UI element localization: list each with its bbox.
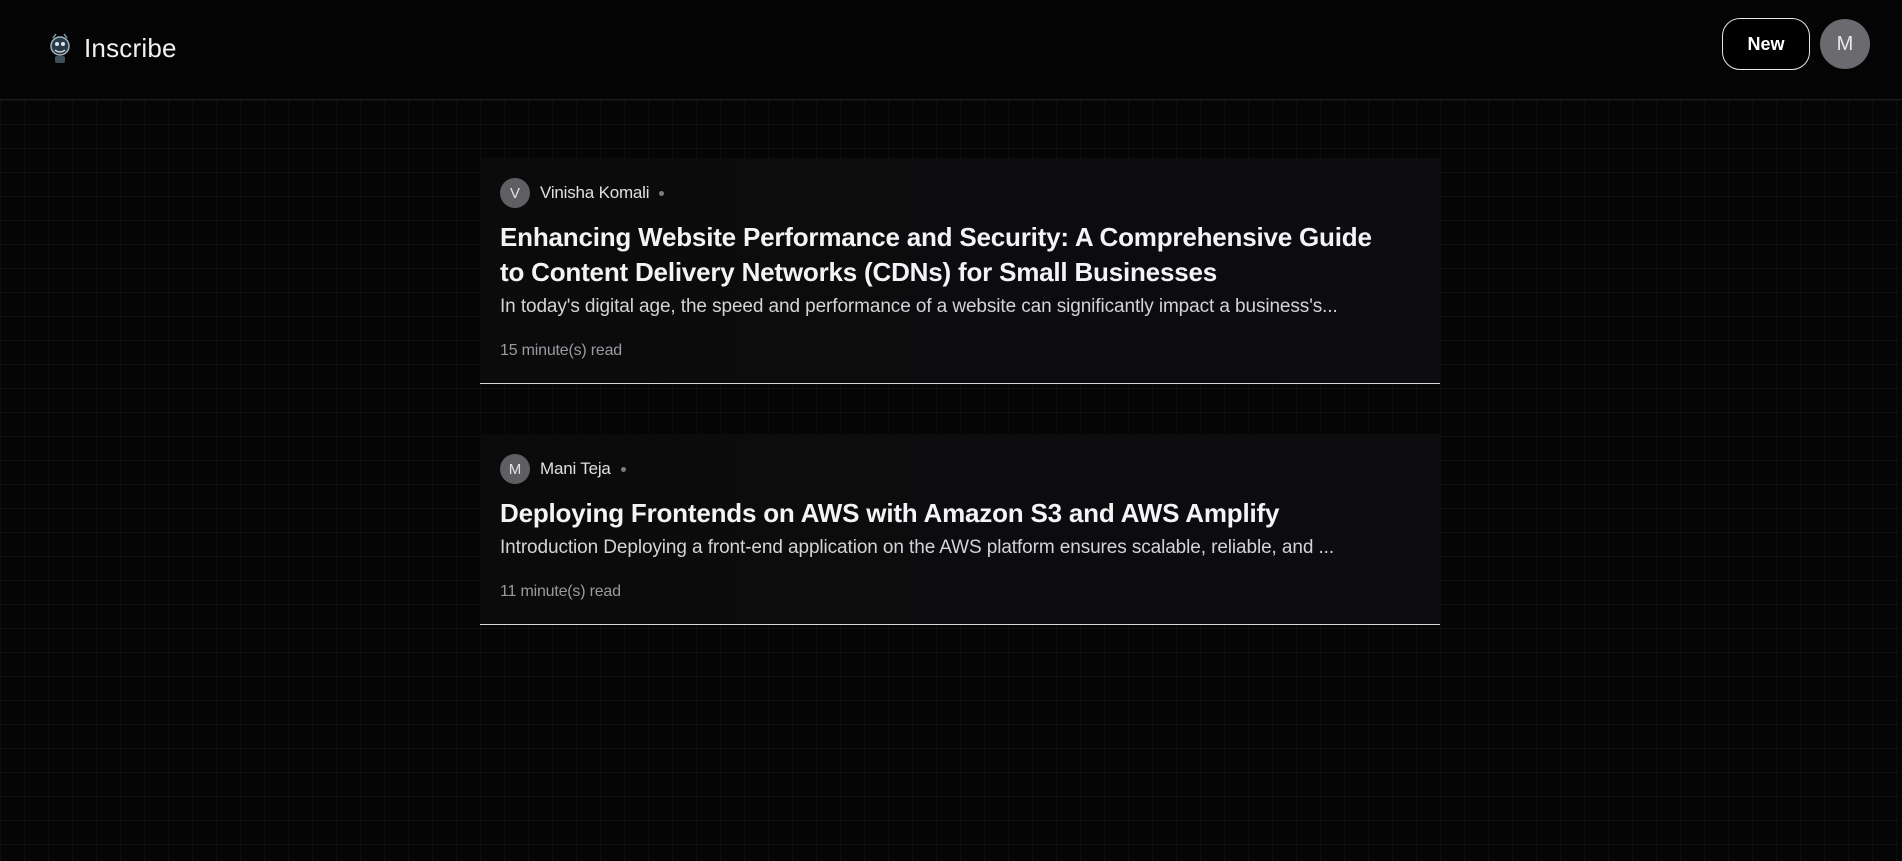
author-name: Mani Teja <box>540 459 611 478</box>
author-name: Vinisha Komali <box>540 183 650 202</box>
post-title[interactable]: Enhancing Website Performance and Securi… <box>500 220 1400 290</box>
post-excerpt: In today's digital age, the speed and pe… <box>500 296 1338 317</box>
separator-dot <box>620 466 626 472</box>
post-excerpt: Introduction Deploying a front-end appli… <box>500 537 1335 558</box>
brand-name: Inscribe <box>84 32 177 63</box>
post-card[interactable]: M Mani Teja Deploying Frontends on AWS w… <box>480 434 1440 625</box>
inscribe-logo-icon <box>50 33 70 63</box>
page: Inscribe New M V Vinisha Komali Enhancin… <box>0 0 1902 861</box>
read-time: 11 minute(s) read <box>500 583 621 600</box>
top-navbar: Inscribe New M <box>0 0 1902 100</box>
read-time: 15 minute(s) read <box>500 342 622 359</box>
post-feed: V Vinisha Komali Enhancing Website Perfo… <box>480 158 1440 625</box>
author-row: M Mani Teja <box>500 454 1420 484</box>
brand[interactable]: Inscribe <box>46 30 177 66</box>
author-avatar: M <box>500 454 530 484</box>
post-title[interactable]: Deploying Frontends on AWS with Amazon S… <box>500 496 1400 531</box>
post-card[interactable]: V Vinisha Komali Enhancing Website Perfo… <box>480 158 1440 384</box>
separator-dot <box>659 190 665 196</box>
author-avatar: V <box>500 178 530 208</box>
user-avatar[interactable]: M <box>1820 19 1870 69</box>
new-post-button[interactable]: New <box>1722 18 1810 70</box>
author-row: V Vinisha Komali <box>500 178 1420 208</box>
